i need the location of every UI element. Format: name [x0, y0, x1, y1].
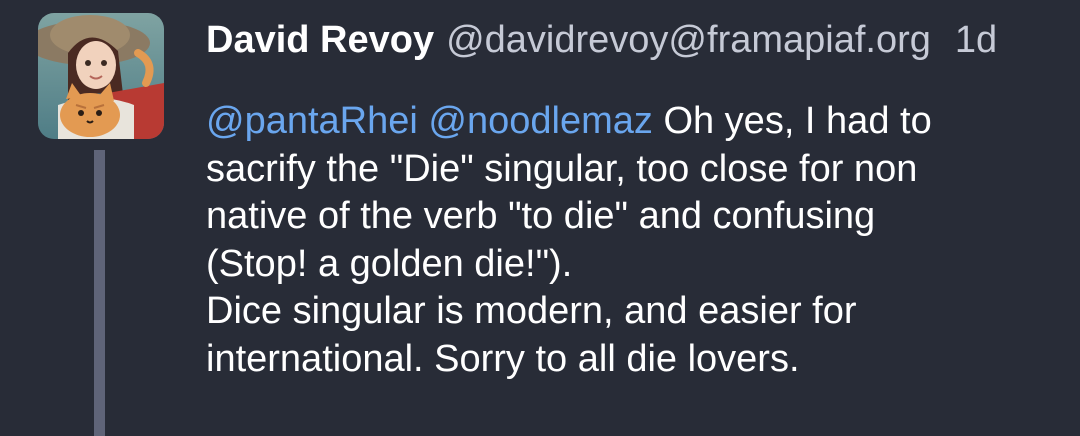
thread-connector-line: [94, 150, 105, 436]
mention-link[interactable]: @noodlemaz: [428, 100, 652, 142]
avatar-illustration: [38, 13, 164, 139]
avatar[interactable]: [38, 13, 164, 139]
status-text-line: native of the verb "to die" and confusin…: [206, 195, 876, 237]
mention-link[interactable]: @pantaRhei: [206, 100, 418, 142]
status-paragraph: Dice singular is modern, and easier for …: [206, 288, 1056, 383]
status-text-line: Dice singular is modern, and easier for: [206, 290, 857, 332]
relative-timestamp[interactable]: 1d: [955, 16, 997, 64]
status-paragraph: @pantaRhei @noodlemaz Oh yes, I had to s…: [206, 98, 1056, 288]
display-name[interactable]: David Revoy: [206, 16, 434, 64]
status-text-line: (Stop! a golden die!").: [206, 242, 573, 285]
status-text-line: sacrify the "Die" singular, too close fo…: [206, 147, 918, 190]
status-text-line: international. Sorry to all die lovers.: [206, 337, 800, 380]
account-handle[interactable]: @davidrevoy@framapiaf.org: [446, 16, 931, 64]
status-text-line: Oh yes, I had to: [663, 100, 932, 142]
status-header: David Revoy @davidrevoy@framapiaf.org 1d: [206, 16, 997, 66]
status-content: @pantaRhei @noodlemaz Oh yes, I had to s…: [206, 98, 1056, 383]
